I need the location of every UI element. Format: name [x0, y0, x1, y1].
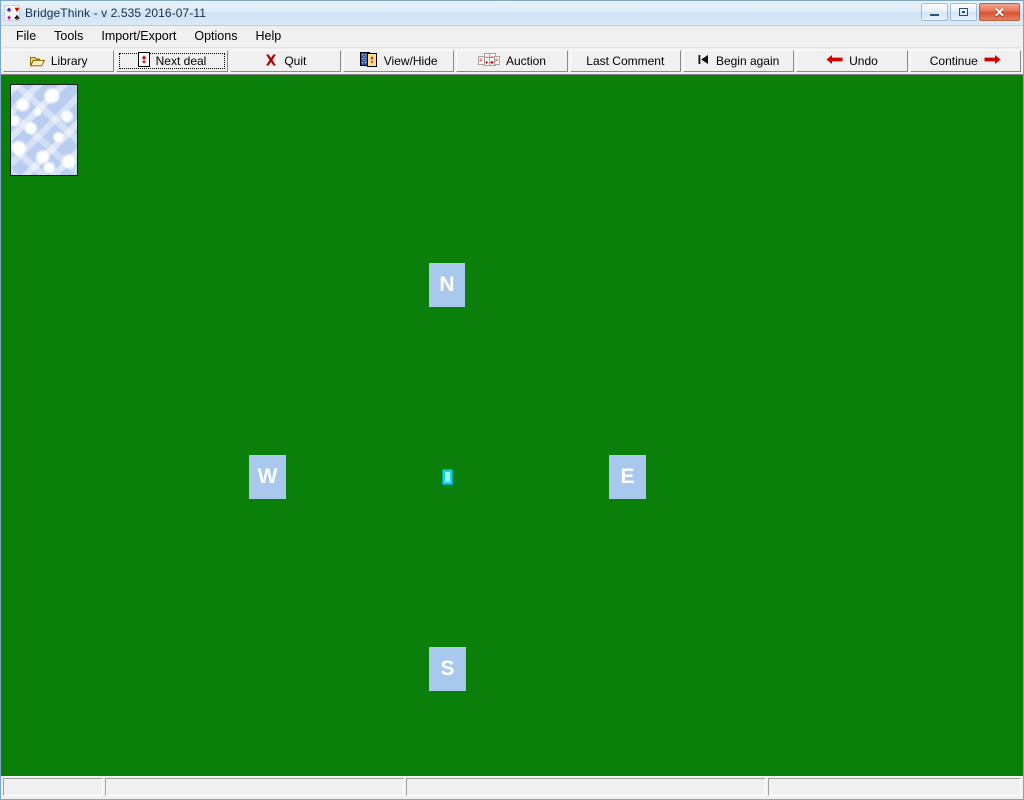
close-icon: ✕: [994, 4, 1005, 20]
bridge-suits-icon: ♠ ♥ ♦ ♣: [4, 5, 20, 22]
undo-button[interactable]: Undo: [796, 50, 908, 72]
begin-again-label: Begin again: [715, 54, 780, 68]
cards-view-icon: [359, 52, 378, 70]
quit-button[interactable]: Quit: [229, 50, 341, 72]
menu-import-export[interactable]: Import/Export: [92, 27, 185, 46]
seat-south[interactable]: S: [429, 647, 466, 691]
window-title: BridgeThink - v 2.535 2016-07-11: [25, 6, 207, 20]
view-hide-label: View/Hide: [383, 54, 438, 68]
center-dealer-marker[interactable]: [442, 469, 453, 485]
auction-label: Auction: [505, 54, 546, 68]
maximize-button[interactable]: [950, 3, 977, 21]
card-back-thumbnail[interactable]: [10, 84, 78, 176]
application-window: ♠ ♥ ♦ ♣ BridgeThink - v 2.535 2016-07-11 ✕…: [0, 0, 1024, 800]
view-hide-button[interactable]: View/Hide: [342, 50, 455, 72]
menu-file[interactable]: File: [7, 27, 45, 46]
seat-south-label: S: [440, 657, 455, 680]
status-panel-4: [768, 778, 1021, 796]
menu-tools[interactable]: Tools: [45, 27, 92, 46]
last-comment-button[interactable]: Last Comment: [569, 50, 681, 72]
seat-east-label: E: [620, 465, 635, 488]
last-comment-label: Last Comment: [586, 54, 665, 68]
toolbar: Library Next deal Quit View/Hide P ♦ ♣ P…: [1, 48, 1023, 74]
seat-west[interactable]: W: [249, 455, 286, 499]
title-bar[interactable]: ♠ ♥ ♦ ♣ BridgeThink - v 2.535 2016-07-11 ✕: [1, 1, 1023, 26]
red-x-icon: [264, 53, 278, 70]
status-panel-3: [406, 778, 766, 796]
svg-text:♣: ♣: [490, 59, 494, 65]
seat-west-label: W: [257, 465, 278, 488]
undo-label: Undo: [849, 54, 878, 68]
arrow-left-icon: [826, 54, 843, 68]
window-controls: ✕: [921, 3, 1020, 21]
next-deal-label: Next deal: [155, 54, 207, 68]
status-bar: [1, 776, 1023, 799]
card-deal-icon: [137, 52, 150, 70]
skip-back-icon: [698, 54, 710, 68]
status-panel-2: [105, 778, 404, 796]
close-button[interactable]: ✕: [979, 3, 1020, 21]
quit-label: Quit: [284, 54, 307, 68]
status-panel-1: [3, 778, 103, 796]
begin-again-button[interactable]: Begin again: [682, 50, 795, 72]
minimize-icon: [930, 14, 939, 16]
seat-east[interactable]: E: [609, 455, 646, 499]
open-folder-icon: [29, 56, 46, 67]
library-button[interactable]: Library: [3, 50, 115, 72]
seat-north-label: N: [439, 273, 455, 296]
menu-help[interactable]: Help: [246, 27, 290, 46]
svg-text:♦: ♦: [485, 59, 488, 65]
continue-label: Continue: [929, 54, 978, 68]
auction-button[interactable]: P ♠ ♥ ♦ ♣ P Auction: [456, 50, 568, 72]
next-deal-button[interactable]: Next deal: [116, 50, 228, 72]
bidding-cards-icon: P ♠ ♥ ♦ ♣ P: [478, 52, 501, 70]
menu-bar: File Tools Import/Export Options Help: [1, 26, 1023, 48]
maximize-icon: [959, 8, 968, 16]
minimize-button[interactable]: [921, 3, 948, 21]
continue-button[interactable]: Continue: [909, 50, 1021, 72]
bridge-table[interactable]: N W E S: [1, 74, 1023, 776]
arrow-right-icon: [984, 54, 1001, 68]
seat-north[interactable]: N: [429, 263, 465, 307]
menu-options[interactable]: Options: [185, 27, 246, 46]
library-label: Library: [50, 54, 88, 68]
